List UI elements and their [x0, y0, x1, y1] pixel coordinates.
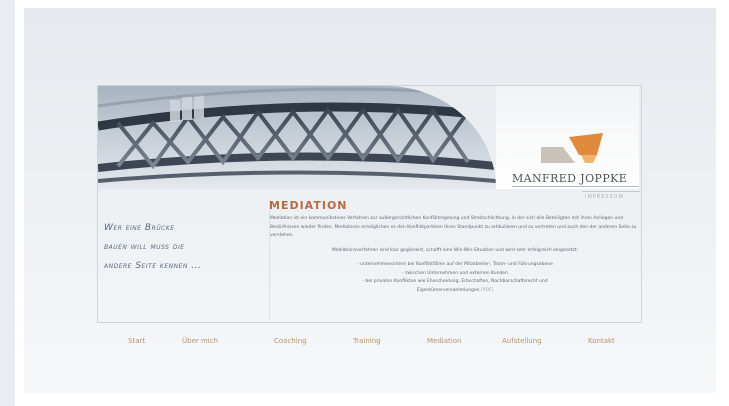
- quote-line-2: bauen will muss die: [104, 242, 185, 252]
- summary-paragraph: Mediationsverfahren sind klar gegliedert…: [331, 247, 579, 253]
- nav-item-coaching[interactable]: Coaching: [274, 337, 307, 345]
- nav-item-ueber-mich[interactable]: Über mich: [182, 337, 218, 345]
- bridge-photo: [98, 86, 496, 189]
- intro-paragraph: Mediation ist ein kommunikatives Verfahr…: [270, 216, 637, 238]
- left-edge-strip: [0, 0, 15, 406]
- nav-item-mediation[interactable]: Mediation: [427, 337, 461, 345]
- nav-item-kontakt[interactable]: Kontakt: [588, 337, 615, 345]
- page-title: MEDIATION: [269, 199, 348, 212]
- brand-name: MANFRED JOPPKE: [512, 172, 628, 185]
- bridge-quote: Wer eine Brücke bauen will muss die ande…: [104, 219, 269, 276]
- use-case-list: - unternehmensintern bei Konfliktfällen …: [270, 261, 640, 295]
- impressum-link[interactable]: IMPRESSUM: [585, 194, 624, 200]
- logo-mark-icon: [541, 133, 603, 163]
- list-item: Eigentümerversammlungen: [416, 287, 480, 293]
- brand-divider: [512, 186, 639, 187]
- list-item: - bei privaten Konflikten wie Ehescheidu…: [362, 279, 548, 284]
- nav-item-start[interactable]: Start: [128, 337, 145, 345]
- pdf-link[interactable]: [PDF]: [481, 288, 493, 293]
- list-item: - unternehmensintern bei Konfliktfällen …: [357, 262, 553, 267]
- bridge-truss-graphic: [98, 87, 496, 183]
- nav-item-training[interactable]: Training: [353, 337, 381, 345]
- main-navigation: Start Über mich Coaching Training Mediat…: [98, 337, 640, 349]
- quote-line-1: Wer eine Brücke: [104, 223, 175, 233]
- quote-line-3: andere Seite kennen ...: [104, 261, 202, 271]
- mediation-text: Mediation ist ein kommunikatives Verfahr…: [270, 215, 640, 295]
- nav-item-aufstellung[interactable]: Aufstellung: [502, 337, 542, 345]
- list-item: - zwischen Unternehmen und externen Kund…: [402, 270, 508, 276]
- brand-logo-panel[interactable]: MANFRED JOPPKE: [496, 86, 639, 189]
